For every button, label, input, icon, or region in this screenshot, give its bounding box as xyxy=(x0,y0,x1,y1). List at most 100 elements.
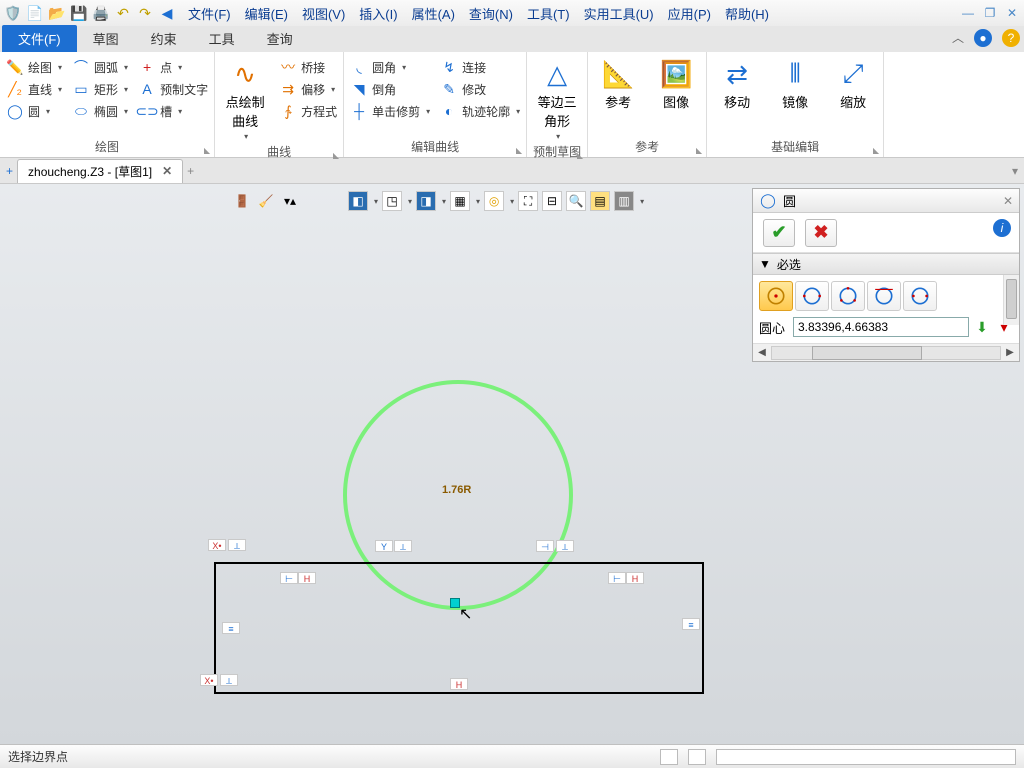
panel-vscroll[interactable] xyxy=(1003,275,1019,325)
wire-icon[interactable]: ◳ xyxy=(382,191,402,211)
btn-equation[interactable]: ∱方程式 xyxy=(279,102,337,120)
menu-insert[interactable]: 插入(I) xyxy=(355,2,401,25)
menu-view[interactable]: 视图(V) xyxy=(298,2,349,25)
zoom-icon[interactable]: 🔍 xyxy=(566,191,586,211)
menu-file[interactable]: 文件(F) xyxy=(184,2,235,25)
minimize-icon[interactable]: — xyxy=(960,6,976,20)
panel-hscroll[interactable]: ◀▶ xyxy=(753,343,1019,361)
btn-ellipse[interactable]: ⬭椭圆▾ xyxy=(72,102,128,120)
btn-fillet[interactable]: ◟圆角▾ xyxy=(350,58,430,76)
restore-icon[interactable]: ❐ xyxy=(982,6,998,20)
display-icon[interactable]: ▥ xyxy=(614,191,634,211)
btn-modify[interactable]: ✎修改 xyxy=(440,80,520,98)
menu-edit[interactable]: 编辑(E) xyxy=(241,2,292,25)
menu-app[interactable]: 应用(P) xyxy=(664,2,715,25)
panel-close-icon[interactable]: ✕ xyxy=(1003,194,1013,208)
group-presketch: △ 等边三角形▾ 预制草图 xyxy=(527,52,588,157)
ribbon: ✏️绘图▾ ╱₂直线▾ ◯圆▾ ⌒圆弧▾ ▭矩形▾ ⬭椭圆▾ +点▾ A预制文字… xyxy=(0,52,1024,158)
redo-icon[interactable]: ↷ xyxy=(136,4,154,22)
collapse-ribbon-icon[interactable]: ︿ xyxy=(952,29,964,47)
fit-icon[interactable]: ⛶ xyxy=(518,191,538,211)
doc-tab[interactable]: zhoucheng.Z3 - [草图1] ✕ xyxy=(17,159,183,183)
btn-rect[interactable]: ▭矩形▾ xyxy=(72,80,128,98)
save-icon[interactable]: 💾 xyxy=(70,4,88,22)
marker-x2: X• xyxy=(200,674,218,686)
menu-util[interactable]: 实用工具(U) xyxy=(580,2,658,25)
menu-help[interactable]: 帮助(H) xyxy=(721,2,773,25)
btn-spline[interactable]: ∿ 点绘制曲线▾ xyxy=(221,54,269,141)
tab-constraint[interactable]: 约束 xyxy=(135,25,193,52)
btn-connect[interactable]: ↯连接 xyxy=(440,58,520,76)
btn-slot[interactable]: ⊂⊃槽▾ xyxy=(138,102,208,120)
target-icon[interactable]: ◎ xyxy=(484,191,504,211)
tab-tools[interactable]: 工具 xyxy=(193,25,251,52)
btn-scale[interactable]: ⤢缩放 xyxy=(829,54,877,111)
group-basic-label: 基础编辑 xyxy=(713,136,877,157)
btn-triangle[interactable]: △ 等边三角形▾ xyxy=(533,54,581,141)
circle-type-tan[interactable] xyxy=(867,281,901,311)
exit-icon[interactable]: 🚪 xyxy=(232,191,252,211)
section-required[interactable]: ▼必选 xyxy=(753,253,1019,275)
tab-sketch[interactable]: 草图 xyxy=(77,25,135,52)
btn-chamfer[interactable]: ◥倒角 xyxy=(350,80,430,98)
view-toolbar: 🚪 🧹 ▾▴ ◧▾ ◳▾ ◨▾ ▦▾ ◎▾ ⛶ ⊟ 🔍 ▤ ▥▾ xyxy=(232,190,644,212)
center-input[interactable] xyxy=(793,317,969,337)
marker-b2: ⟂ xyxy=(220,674,238,686)
help-icon[interactable]: ? xyxy=(1002,29,1020,47)
btn-reference[interactable]: 📐参考 xyxy=(594,54,642,111)
view-icon[interactable]: ◨ xyxy=(416,191,436,211)
filter-icon[interactable]: ▾▴ xyxy=(280,191,300,211)
style-icon[interactable]: ● xyxy=(974,29,992,47)
menu-attr[interactable]: 属性(A) xyxy=(408,2,459,25)
btn-draw[interactable]: ✏️绘图▾ xyxy=(6,58,62,76)
undo-icon[interactable]: ↶ xyxy=(114,4,132,22)
menu-left-icon[interactable]: ◀ xyxy=(158,4,176,22)
eraser-icon[interactable]: 🧹 xyxy=(256,191,276,211)
ok-button[interactable]: ✔ xyxy=(763,219,795,247)
group-ref: 📐参考 🖼️图像 参考 xyxy=(588,52,707,157)
marker-h3: H xyxy=(298,572,316,584)
btn-offset[interactable]: ⇉偏移▾ xyxy=(279,80,337,98)
status-field[interactable] xyxy=(716,749,1016,765)
align-icon[interactable]: ⊟ xyxy=(542,191,562,211)
apply-icon[interactable]: ⬇ xyxy=(973,318,991,336)
tab-file[interactable]: 文件(F) xyxy=(2,25,77,52)
print-icon[interactable]: 🖨️ xyxy=(92,4,110,22)
new-icon[interactable]: 📄 xyxy=(26,4,44,22)
circle-type-tan2[interactable] xyxy=(903,281,937,311)
tab-query[interactable]: 查询 xyxy=(251,25,309,52)
btn-point[interactable]: +点▾ xyxy=(138,58,208,76)
info-icon[interactable]: i xyxy=(993,219,1011,237)
canvas-area[interactable]: 🚪 🧹 ▾▴ ◧▾ ◳▾ ◨▾ ▦▾ ◎▾ ⛶ ⊟ 🔍 ▤ ▥▾ 1.76R X… xyxy=(0,184,1024,744)
btn-arc[interactable]: ⌒圆弧▾ xyxy=(72,58,128,76)
close-icon[interactable]: ✕ xyxy=(1004,6,1020,20)
open-icon[interactable]: 📂 xyxy=(48,4,66,22)
shade-icon[interactable]: ◧ xyxy=(348,191,368,211)
group-presketch-label: 预制草图 xyxy=(533,141,581,162)
menu-query[interactable]: 查询(N) xyxy=(465,2,517,25)
doc-close-icon[interactable]: ✕ xyxy=(162,164,172,178)
btn-mirror[interactable]: ⦀镜像 xyxy=(771,54,819,111)
status-hint: 选择边界点 xyxy=(8,748,68,765)
btn-pretext[interactable]: A预制文字 xyxy=(138,80,208,98)
btn-line[interactable]: ╱₂直线▾ xyxy=(6,80,62,98)
marker-h5: H xyxy=(626,572,644,584)
btn-circle[interactable]: ◯圆▾ xyxy=(6,102,62,120)
menu-tools[interactable]: 工具(T) xyxy=(523,2,574,25)
marker-m1: ≡ xyxy=(222,622,240,634)
btn-image[interactable]: 🖼️图像 xyxy=(652,54,700,111)
layer-icon[interactable]: ▤ xyxy=(590,191,610,211)
cancel-button[interactable]: ✖ xyxy=(805,219,837,247)
status-icon-2[interactable] xyxy=(688,749,706,765)
grid-icon[interactable]: ▦ xyxy=(450,191,470,211)
status-icon-1[interactable] xyxy=(660,749,678,765)
btn-bridge[interactable]: 〰桥接 xyxy=(279,58,337,76)
circle-type-2pt[interactable] xyxy=(795,281,829,311)
btn-move[interactable]: ⇄移动 xyxy=(713,54,761,111)
doc-menu-icon[interactable]: ▾ xyxy=(1012,164,1018,178)
circle-type-3pt[interactable] xyxy=(831,281,865,311)
btn-trim[interactable]: ┼单击修剪▾ xyxy=(350,102,430,120)
btn-trace[interactable]: ◐轨迹轮廓▾ xyxy=(440,102,520,120)
circle-type-center[interactable] xyxy=(759,281,793,311)
ribbon-tabs: 文件(F) 草图 约束 工具 查询 ︿ ● ? xyxy=(0,26,1024,52)
